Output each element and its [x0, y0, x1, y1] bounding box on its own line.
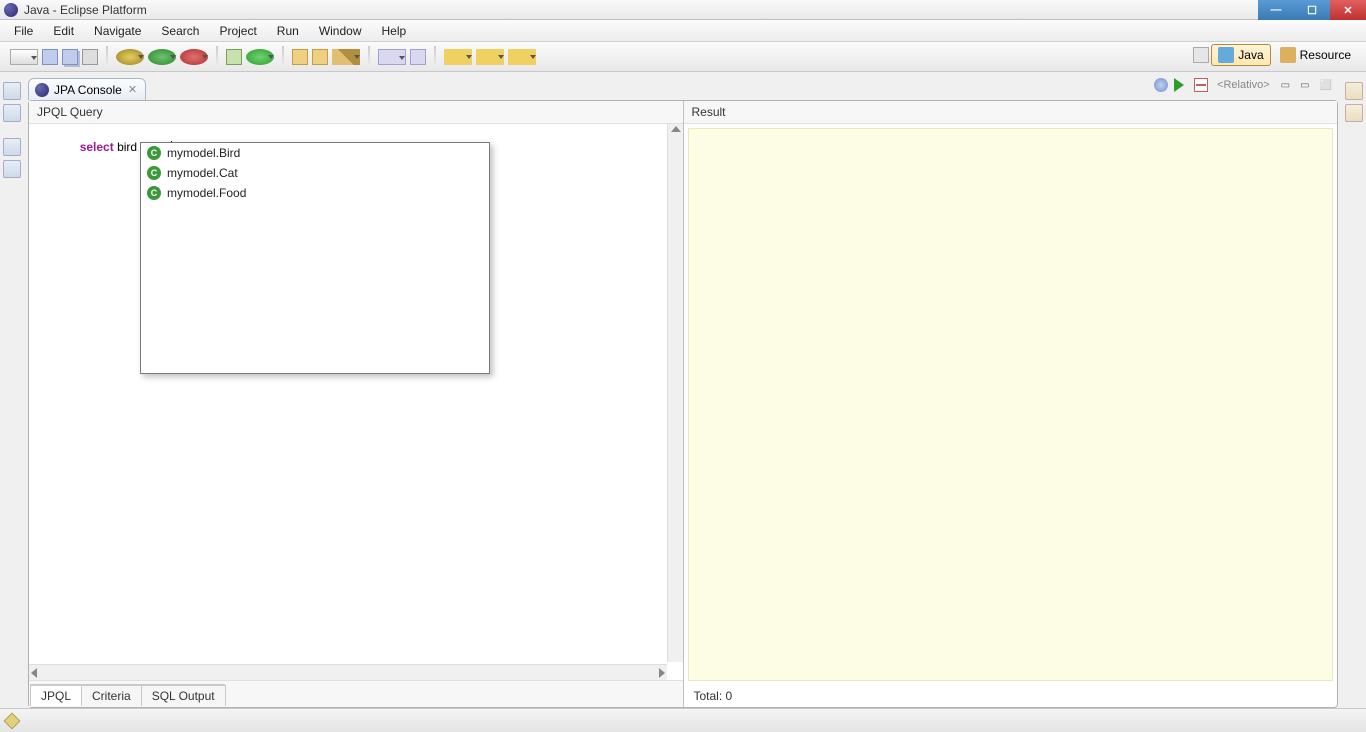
menu-search[interactable]: Search [151, 22, 209, 40]
jpa-console-icon [35, 83, 49, 97]
trim-view-1[interactable] [3, 82, 21, 100]
tab-jpql[interactable]: JPQL [30, 685, 82, 706]
save-button[interactable] [42, 49, 58, 65]
toolbar-separator [282, 46, 284, 68]
autocomplete-item[interactable]: C mymodel.Food [141, 183, 489, 203]
autocomplete-item-label: mymodel.Bird [167, 146, 240, 160]
bottom-tabs: JPQL Criteria SQL Output [30, 684, 225, 706]
view-maximize-button[interactable]: ⬜ [1318, 80, 1334, 91]
class-icon: C [147, 146, 161, 160]
eclipse-icon [4, 3, 18, 17]
tab-criteria[interactable]: Criteria [81, 685, 142, 706]
trim-view-2[interactable] [3, 104, 21, 122]
trim-view-3[interactable] [3, 138, 21, 156]
debug-button[interactable] [116, 49, 144, 65]
perspective-resource-label: Resource [1300, 48, 1351, 62]
trim-view-right-1[interactable] [1345, 82, 1363, 100]
trim-view-4[interactable] [3, 160, 21, 178]
perspective-java[interactable]: Java [1211, 44, 1270, 66]
menubar: File Edit Navigate Search Project Run Wi… [0, 20, 1366, 42]
scroll-left-icon [31, 668, 37, 678]
java-perspective-icon [1218, 47, 1234, 63]
refresh-button[interactable] [246, 49, 274, 65]
run-last-button[interactable] [180, 49, 208, 65]
console-search-button[interactable] [1154, 78, 1168, 92]
jpql-query-header: JPQL Query [29, 101, 683, 124]
result-area [688, 128, 1334, 681]
toggle-mark-button[interactable] [410, 49, 426, 65]
perspective-resource[interactable]: Resource [1273, 44, 1358, 66]
console-run-button[interactable] [1174, 78, 1188, 92]
class-icon: C [147, 166, 161, 180]
window-title: Java - Eclipse Platform [24, 3, 147, 17]
menu-navigate[interactable]: Navigate [84, 22, 151, 40]
toolbar-separator [368, 46, 370, 68]
forward-button[interactable] [508, 49, 536, 65]
window-close-button[interactable]: ✕ [1330, 0, 1366, 20]
autocomplete-item-label: mymodel.Cat [167, 166, 238, 180]
class-icon: C [147, 186, 161, 200]
save-all-button[interactable] [62, 49, 78, 65]
toolbar-separator [216, 46, 218, 68]
window-maximize-button[interactable]: ☐ [1294, 0, 1330, 20]
search-button[interactable] [332, 49, 360, 65]
right-trim-stack [1342, 78, 1366, 708]
run-button[interactable] [148, 49, 176, 65]
autocomplete-item[interactable]: C mymodel.Cat [141, 163, 489, 183]
print-button[interactable] [82, 49, 98, 65]
result-total: Total: 0 [684, 685, 1338, 707]
main-toolbar: Java Resource [0, 42, 1366, 72]
view-tab-jpa-console[interactable]: JPA Console ✕ [28, 78, 146, 100]
scroll-up-icon [671, 126, 681, 132]
left-trim-stack [0, 78, 24, 708]
new-java-button[interactable] [226, 49, 242, 65]
close-tab-button[interactable]: ✕ [128, 83, 137, 96]
autocomplete-item[interactable]: C mymodel.Bird [141, 143, 489, 163]
view-tab-label: JPA Console [54, 83, 122, 97]
ident-bird: bird [117, 140, 137, 154]
status-tip-icon[interactable] [4, 712, 21, 729]
open-type-button[interactable] [292, 49, 308, 65]
console-clear-button[interactable] [1194, 78, 1208, 92]
scroll-right-icon [659, 668, 665, 678]
window-titlebar: Java - Eclipse Platform — ☐ ✕ [0, 0, 1366, 20]
vertical-scrollbar[interactable] [667, 124, 683, 662]
last-edit-button[interactable] [444, 49, 472, 65]
perspective-java-label: Java [1238, 48, 1263, 62]
result-header: Result [684, 101, 1338, 124]
kw-select: select [80, 140, 114, 154]
toggle-breadcrumb-button[interactable] [378, 49, 406, 65]
window-minimize-button[interactable]: — [1258, 0, 1294, 20]
result-pane: Result Total: 0 [684, 101, 1338, 707]
new-button[interactable] [10, 49, 38, 65]
open-perspective-button[interactable] [1193, 47, 1209, 63]
view-minimize-button[interactable]: ▭ [1298, 80, 1311, 91]
toolbar-separator [106, 46, 108, 68]
toolbar-separator [434, 46, 436, 68]
menu-window[interactable]: Window [309, 22, 372, 40]
menu-file[interactable]: File [4, 22, 43, 40]
resource-perspective-icon [1280, 47, 1296, 63]
back-button[interactable] [476, 49, 504, 65]
menu-project[interactable]: Project [209, 22, 266, 40]
relative-label[interactable]: <Relativo> [1214, 79, 1273, 91]
autocomplete-item-label: mymodel.Food [167, 186, 246, 200]
open-task-button[interactable] [312, 49, 328, 65]
view-tab-row: JPA Console ✕ <Relativo> ▭ ▭ ⬜ [28, 76, 1338, 100]
menu-edit[interactable]: Edit [43, 22, 84, 40]
trim-view-right-2[interactable] [1345, 104, 1363, 122]
autocomplete-popup: C mymodel.Bird C mymodel.Cat C mymodel.F… [140, 142, 490, 374]
tab-sql-output[interactable]: SQL Output [141, 685, 226, 706]
menu-run[interactable]: Run [267, 22, 309, 40]
horizontal-scrollbar[interactable] [29, 664, 667, 680]
view-min-1[interactable]: ▭ [1279, 80, 1292, 91]
menu-help[interactable]: Help [372, 22, 417, 40]
statusbar [0, 708, 1366, 732]
